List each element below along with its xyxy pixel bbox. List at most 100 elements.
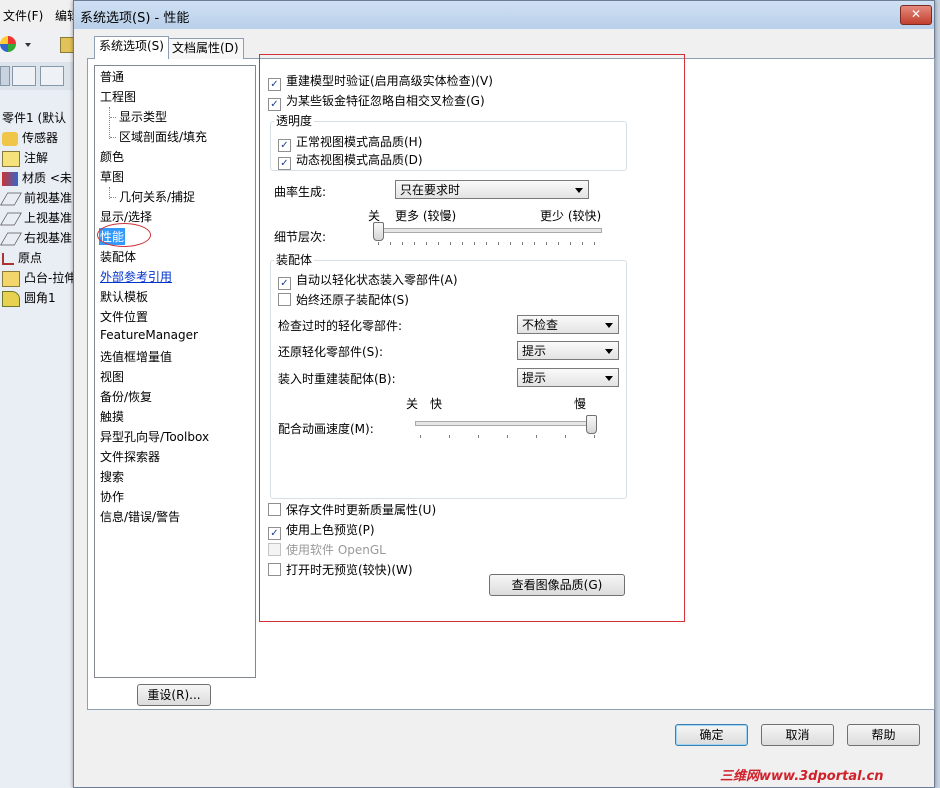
detail-more-label: 更多 (较慢): [395, 209, 457, 223]
nav-item-file-locations[interactable]: 文件位置: [100, 308, 148, 325]
options-nav-list: 普通 工程图 显示类型 区域剖面线/填充 颜色 草图 几何关系/捕捉 显示/选择…: [94, 65, 256, 678]
checkbox-checked-icon: ✓: [268, 78, 281, 91]
update-mass-checkbox[interactable]: 保存文件时更新质量属性(U): [268, 501, 436, 518]
app-panel-tabs: [0, 62, 75, 90]
tab-document-properties[interactable]: 文档属性(D): [167, 38, 244, 59]
checkbox-unchecked-icon: [268, 563, 281, 576]
nav-item-hole-wizard-toolbox[interactable]: 异型孔向导/Toolbox: [100, 428, 209, 445]
nav-item-file-explorer[interactable]: 文件探索器: [100, 448, 160, 465]
config-manager-tab-icon[interactable]: [40, 66, 64, 86]
tree-item[interactable]: 右视基准: [0, 229, 72, 247]
detail-less-label: 更少 (较快): [540, 209, 602, 223]
appearance-icon[interactable]: [0, 36, 16, 52]
assembly-legend: 装配体: [274, 251, 315, 268]
fillet-icon: [2, 290, 20, 307]
resolve-lightweight-dropdown[interactable]: 提示: [517, 341, 619, 360]
tree-item[interactable]: 材质 <未: [2, 169, 72, 187]
dynamic-hq-checkbox[interactable]: ✓ 动态视图模式高品质(D): [278, 151, 423, 170]
system-options-dialog: 系统选项(S) - 性能 ✕ 系统选项(S) 文档属性(D) 普通 工程图 显示…: [73, 0, 935, 788]
no-preview-open-checkbox[interactable]: 打开时无预览(较快)(W): [268, 561, 413, 578]
nav-item-backup-recover[interactable]: 备份/恢复: [100, 388, 152, 405]
tree-item[interactable]: 凸台-拉伸: [2, 269, 76, 287]
nav-item-spin-box-increments[interactable]: 选值框增量值: [100, 348, 172, 365]
cancel-button[interactable]: 取消: [761, 724, 834, 746]
plane-icon: [0, 232, 22, 245]
checkbox-checked-icon: ✓: [278, 277, 291, 290]
always-resolve-checkbox[interactable]: 始终还原子装配体(S): [278, 291, 409, 308]
nav-item-featuremanager[interactable]: FeatureManager: [100, 328, 198, 342]
tree-item[interactable]: 前视基准: [0, 189, 72, 207]
nav-item-messages-errors-warnings[interactable]: 信息/错误/警告: [100, 508, 180, 525]
nav-item-relations-snaps[interactable]: 几何关系/捕捉: [119, 188, 195, 205]
menu-file[interactable]: 文件(F): [3, 7, 43, 24]
nav-item-default-templates[interactable]: 默认模板: [100, 288, 148, 305]
selection-circle-annotation: [97, 223, 151, 247]
checkbox-checked-icon: ✓: [278, 157, 291, 170]
nav-item-general[interactable]: 普通: [100, 68, 124, 85]
nav-item-display-style[interactable]: 显示类型: [119, 108, 167, 125]
nav-item-colors[interactable]: 颜色: [100, 148, 124, 165]
dialog-title: 系统选项(S) - 性能: [80, 11, 190, 26]
dropdown-arrow-icon[interactable]: [25, 43, 31, 47]
feature-manager-tab-icon[interactable]: [0, 66, 10, 86]
nav-item-drawings[interactable]: 工程图: [100, 88, 136, 105]
sensor-icon: [2, 131, 18, 146]
nav-item-assemblies[interactable]: 装配体: [100, 248, 136, 265]
tree-item[interactable]: 零件1 (默认: [2, 109, 66, 127]
extrude-icon: [2, 270, 20, 287]
nav-item-sketch[interactable]: 草图: [100, 168, 124, 185]
check-outdated-dropdown[interactable]: 不检查: [517, 315, 619, 334]
ok-button[interactable]: 确定: [675, 724, 748, 746]
normal-hq-checkbox[interactable]: ✓ 正常视图模式高品质(H): [278, 133, 422, 152]
property-manager-tab-icon[interactable]: [12, 66, 36, 86]
close-button[interactable]: ✕: [900, 5, 932, 25]
rebuild-on-load-label: 装入时重建装配体(B):: [278, 372, 396, 386]
dropdown-arrow-icon: [605, 376, 613, 381]
nav-item-external-references[interactable]: 外部参考引用: [100, 268, 172, 285]
mate-anim-off-label: 关: [406, 397, 419, 411]
mate-anim-fast-label: 快: [430, 397, 443, 411]
mate-anim-slider-thumb[interactable]: [586, 415, 597, 434]
dialog-titlebar[interactable]: 系统选项(S) - 性能 ✕: [74, 1, 934, 29]
image-quality-button[interactable]: 查看图像品质(G): [489, 574, 625, 596]
help-button[interactable]: 帮助: [847, 724, 920, 746]
nav-item-collaboration[interactable]: 协作: [100, 488, 124, 505]
app-toolbar: [0, 30, 76, 62]
performance-options-panel: ✓ 重建模型时验证(启用高级实体检查)(V) ✓ 为某些钣金特征忽略自相交叉检查(G…: [259, 54, 685, 622]
dropdown-arrow-icon: [575, 188, 583, 193]
tree-item[interactable]: 传感器: [2, 129, 58, 147]
detail-level-label: 细节层次:: [274, 230, 327, 244]
rebuild-on-load-dropdown[interactable]: 提示: [517, 368, 619, 387]
transparency-legend: 透明度: [274, 112, 315, 129]
auto-lightweight-checkbox[interactable]: ✓ 自动以轻化状态装入零部件(A): [278, 271, 458, 290]
feature-tree: 零件1 (默认 传感器 注解 材质 <未 前视基准 上视基准 右视基准 原点 凸…: [0, 105, 76, 325]
shaded-preview-checkbox[interactable]: ✓ 使用上色预览(P): [268, 521, 375, 540]
material-icon: [2, 171, 18, 186]
detail-slider-thumb[interactable]: [373, 222, 384, 241]
reset-button[interactable]: 重设(R)...: [137, 684, 211, 706]
mate-anim-slider-ticks: [420, 435, 595, 439]
curvature-label: 曲率生成:: [274, 185, 327, 199]
sheetmetal-ignore-checkbox[interactable]: ✓ 为某些钣金特征忽略自相交叉检查(G): [268, 92, 485, 111]
checkbox-disabled-icon: [268, 543, 281, 556]
tree-item[interactable]: 注解: [2, 149, 48, 167]
nav-item-search[interactable]: 搜索: [100, 468, 124, 485]
software-opengl-checkbox: 使用软件 OpenGL: [268, 541, 386, 558]
tree-item[interactable]: 原点: [2, 249, 42, 267]
watermark: 三维网www.3dportal.cn: [720, 769, 884, 784]
nav-item-touch[interactable]: 触摸: [100, 408, 124, 425]
dropdown-arrow-icon: [605, 349, 613, 354]
tree-item[interactable]: 上视基准: [0, 209, 72, 227]
tree-item[interactable]: 圆角1: [2, 289, 56, 307]
checkbox-checked-icon: ✓: [268, 98, 281, 111]
mate-anim-slow-label: 慢: [574, 397, 587, 411]
nav-item-view[interactable]: 视图: [100, 368, 124, 385]
mate-anim-label: 配合动画速度(M):: [278, 422, 374, 436]
checkbox-unchecked-icon: [278, 293, 291, 306]
nav-item-area-hatch[interactable]: 区域剖面线/填充: [119, 128, 207, 145]
plane-icon: [0, 212, 22, 225]
tab-system-options[interactable]: 系统选项(S): [94, 36, 169, 59]
check-outdated-label: 检查过时的轻化零部件:: [278, 319, 403, 333]
curvature-dropdown[interactable]: 只在要求时: [395, 180, 589, 199]
rebuild-verify-checkbox[interactable]: ✓ 重建模型时验证(启用高级实体检查)(V): [268, 72, 493, 91]
